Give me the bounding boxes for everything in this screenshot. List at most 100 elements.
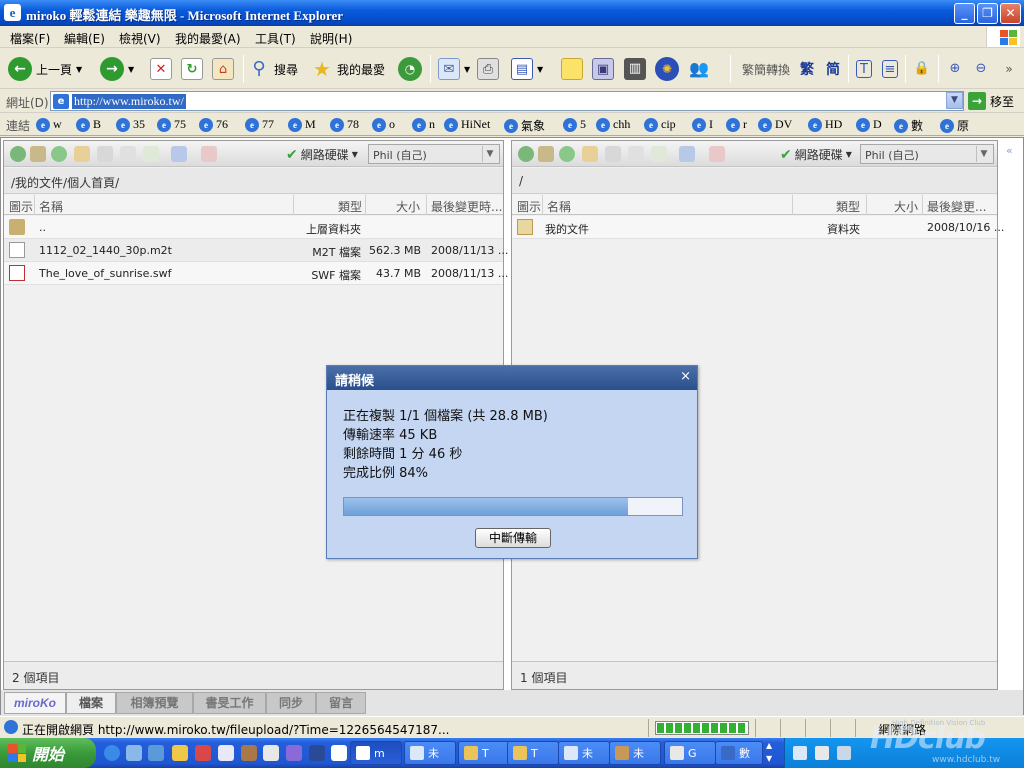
add-file-icon[interactable] — [651, 146, 667, 162]
ve-icon[interactable] — [195, 745, 211, 761]
link-item[interactable]: e5 — [563, 117, 586, 132]
refresh-button[interactable]: ↻ — [181, 55, 203, 83]
edit-button[interactable]: ▤ ▼ — [511, 55, 543, 83]
folder-quicklaunch-icon[interactable] — [172, 745, 188, 761]
traditional-button[interactable]: 繁 — [800, 55, 814, 83]
search-button[interactable]: ⚲ 搜尋 — [248, 55, 298, 83]
link-item[interactable]: e DV — [758, 117, 792, 132]
link-item[interactable]: eI — [692, 117, 713, 132]
link-item[interactable]: eo — [372, 117, 395, 132]
zoom-out-button[interactable]: ⊖ — [972, 55, 990, 83]
table-row[interactable]: 我的文件 資料夾 2008/10/16 ... — [512, 216, 1004, 239]
link-item[interactable]: er — [726, 117, 747, 132]
task-button[interactable]: T — [507, 741, 559, 765]
pen-icon[interactable] — [815, 746, 829, 760]
link-item[interactable]: eM — [288, 117, 316, 132]
network-drive-button[interactable]: ✔ 網路硬碟 ▼ — [780, 146, 852, 163]
link-item[interactable]: e 35 — [116, 117, 145, 132]
delete-icon[interactable] — [201, 146, 217, 162]
outlook-icon[interactable] — [148, 745, 164, 761]
delete-icon[interactable] — [709, 146, 725, 162]
col-type[interactable]: 類型 — [836, 198, 860, 215]
copy-icon[interactable] — [120, 146, 136, 162]
tab-miroko[interactable]: miroKo — [4, 692, 66, 714]
chevron-up-icon[interactable]: ▲ — [766, 741, 772, 750]
link-item[interactable]: e HD — [808, 117, 842, 132]
link-item[interactable]: e原 — [940, 117, 969, 134]
copy-icon[interactable] — [628, 146, 644, 162]
menu-file[interactable]: 檔案(F) — [10, 30, 50, 47]
home-button[interactable]: ⌂ — [212, 55, 234, 83]
messenger-button[interactable]: ▥ — [624, 55, 646, 83]
doc-button[interactable]: ≡ — [882, 55, 898, 83]
tab-album[interactable]: 相簿預覽 — [116, 692, 193, 714]
add-file-icon[interactable] — [143, 146, 159, 162]
history-button[interactable]: ◔ — [398, 55, 422, 83]
chevron-down-icon[interactable]: ▼ — [766, 754, 772, 763]
word-icon[interactable] — [309, 745, 325, 761]
col-size[interactable]: 大小 — [396, 198, 420, 215]
menu-edit[interactable]: 編輯(E) — [64, 30, 105, 47]
link-item[interactable]: en — [412, 117, 435, 132]
forward-button[interactable]: → ▼ — [100, 55, 134, 83]
address-dropdown-icon[interactable]: ▼ — [946, 92, 963, 109]
users-button[interactable]: 👥 — [688, 55, 710, 83]
link-item[interactable]: e 77 — [245, 117, 274, 132]
link-item[interactable]: e HiNet — [444, 117, 490, 132]
print-button[interactable]: ⎙ — [477, 55, 499, 83]
user-select[interactable]: Phil (自己) ▼ — [860, 144, 994, 164]
window-icon[interactable] — [331, 745, 347, 761]
col-modified[interactable]: 最後變更... — [927, 198, 986, 215]
mail-button[interactable]: ✉ ▼ — [438, 55, 470, 83]
col-name[interactable]: 名稱 — [39, 198, 63, 215]
popup-block-button[interactable]: 🔒 — [913, 55, 931, 83]
check-icon[interactable] — [10, 146, 26, 162]
upload-icon[interactable] — [97, 146, 113, 162]
menu-view[interactable]: 檢視(V) — [119, 30, 161, 47]
new-folder-icon[interactable] — [74, 146, 90, 162]
cancel-transfer-button[interactable]: 中斷傳輸 — [475, 528, 551, 548]
research-button[interactable]: ▣ — [592, 55, 614, 83]
table-row[interactable]: 1112_02_1440_30p.m2t M2T 檔案 562.3 MB 200… — [4, 239, 508, 262]
keyboard-icon[interactable] — [793, 746, 807, 760]
tab-messages[interactable]: 留言 — [316, 692, 366, 714]
book-quicklaunch-icon[interactable] — [241, 745, 257, 761]
close-button[interactable]: ✕ — [1000, 3, 1021, 24]
link-item[interactable]: eB — [76, 117, 101, 132]
start-button[interactable]: 開始 — [0, 738, 96, 768]
doc-quicklaunch-icon[interactable] — [218, 745, 234, 761]
link-item[interactable]: e 氣象 — [504, 117, 545, 134]
favorites-button[interactable]: ★ 我的最愛 — [311, 55, 385, 83]
link-item[interactable]: e cip — [644, 117, 676, 132]
network-drive-button[interactable]: ✔ 網路硬碟 ▼ — [286, 146, 358, 163]
refresh-icon[interactable] — [51, 146, 67, 162]
refresh-icon[interactable] — [559, 146, 575, 162]
task-button[interactable]: m — [350, 741, 402, 765]
convert-button[interactable]: 繁簡轉換 — [742, 55, 790, 83]
task-button[interactable]: 未 — [404, 741, 456, 765]
home-icon[interactable] — [30, 146, 46, 162]
share-icon[interactable] — [679, 146, 695, 162]
link-item[interactable]: e 78 — [330, 117, 359, 132]
maximize-button[interactable]: ❐ — [977, 3, 998, 24]
task-button[interactable]: 未 — [558, 741, 610, 765]
link-item[interactable]: e 76 — [199, 117, 228, 132]
tab-work[interactable]: 書旻工作 — [193, 692, 266, 714]
link-item[interactable]: e chh — [596, 117, 630, 132]
minimize-button[interactable]: _ — [954, 3, 975, 24]
home-icon[interactable] — [538, 146, 554, 162]
col-size[interactable]: 大小 — [894, 198, 918, 215]
notepad-icon[interactable] — [263, 745, 279, 761]
desktop-icon[interactable] — [126, 745, 142, 761]
address-input[interactable]: e http://www.miroko.tw/ — [50, 91, 964, 111]
collapse-icon[interactable]: « — [1006, 144, 1013, 157]
task-button[interactable]: 數 — [715, 741, 763, 765]
user-select[interactable]: Phil (自己) ▼ — [368, 144, 500, 164]
more-button[interactable]: » — [1000, 55, 1018, 83]
task-button[interactable]: 未 — [609, 741, 661, 765]
new-folder-icon[interactable] — [582, 146, 598, 162]
col-name[interactable]: 名稱 — [547, 198, 571, 215]
upload-icon[interactable] — [605, 146, 621, 162]
simplified-button[interactable]: 简 — [826, 55, 840, 83]
ie-quicklaunch-icon[interactable] — [104, 745, 120, 761]
